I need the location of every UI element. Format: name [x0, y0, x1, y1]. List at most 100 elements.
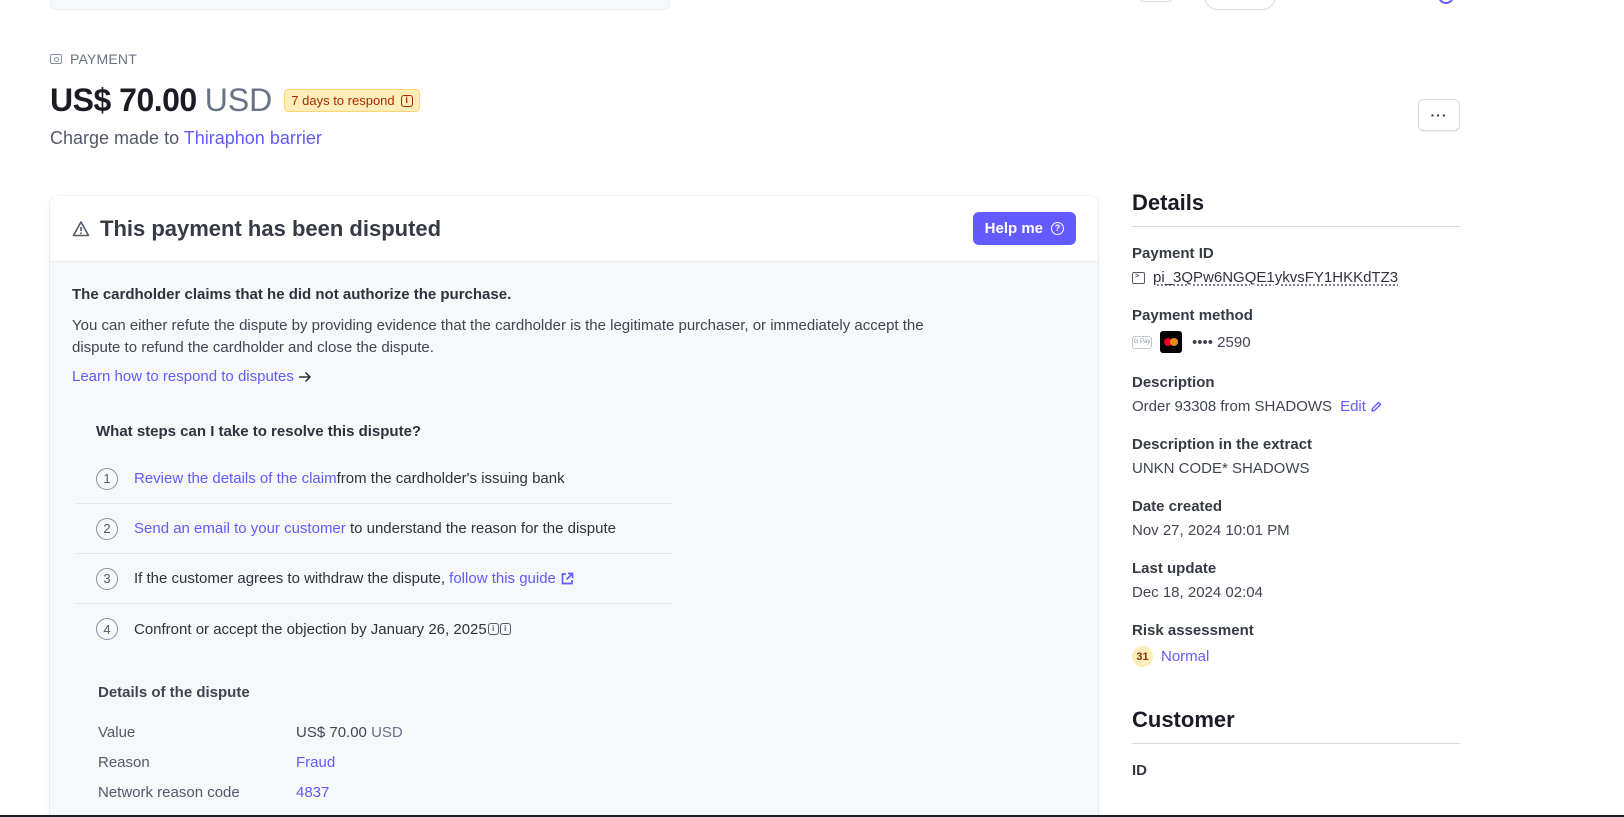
details-label: Value	[98, 723, 136, 741]
field-label: Payment ID	[1132, 245, 1214, 262]
help-icon: ?	[1051, 222, 1064, 235]
step-number: 4	[96, 618, 118, 640]
top-status-icon[interactable]	[1438, 0, 1454, 4]
help-me-label: Help me	[984, 220, 1043, 237]
steps-list: 1 Review the details of the claim from t…	[75, 454, 673, 654]
steps-title: What steps can I take to resolve this di…	[96, 423, 422, 440]
dispute-card-body: The cardholder claims that he did not au…	[50, 262, 1098, 807]
external-link-icon	[561, 572, 574, 584]
dispute-title: This payment has been disputed	[72, 216, 441, 242]
learn-link-label[interactable]: Learn how to respond to disputes	[72, 368, 294, 385]
field-label: Description	[1132, 374, 1215, 391]
respond-deadline-badge[interactable]: 7 days to respond i	[284, 89, 420, 112]
payment-amount: US$ 70.00	[50, 82, 197, 118]
step-item: 1 Review the details of the claim from t…	[75, 454, 673, 504]
top-pill-button[interactable]	[1204, 0, 1276, 10]
terminal-icon: >	[1132, 271, 1145, 284]
step-number: 1	[96, 467, 118, 490]
edit-description-button[interactable]: Edit	[1340, 398, 1382, 415]
claim-title: The cardholder claims that he did not au…	[72, 286, 512, 303]
details-label: Reason	[98, 753, 150, 771]
mastercard-icon	[1160, 331, 1182, 353]
risk-score-badge: 31	[1132, 646, 1153, 667]
last-update-value: Dec 18, 2024 02:04	[1132, 584, 1263, 601]
step-item: 2 Send an email to your customer to unde…	[75, 504, 673, 554]
top-search-bar[interactable]	[50, 0, 670, 10]
dispute-details-table: Value US$ 70.00 USD Reason Fraud Network…	[98, 717, 1076, 807]
google-pay-icon: G Pay	[1132, 335, 1152, 349]
last-update-field: Last update Dec 18, 2024 02:04	[1132, 560, 1460, 601]
risk-level-link[interactable]: Normal	[1161, 648, 1209, 665]
send-email-link[interactable]: Send an email to your customer	[134, 520, 346, 537]
description-value: Order 93308 from SHADOWS	[1132, 398, 1333, 415]
field-value: > pi_3QPw6NGQE1ykvsFY1HKKdTZ3	[1132, 269, 1460, 286]
risk-field: Risk assessment 31 Normal	[1132, 622, 1460, 667]
field-label: Risk assessment	[1132, 622, 1254, 639]
payment-id-field: Payment ID > pi_3QPw6NGQE1ykvsFY1HKKdTZ3	[1132, 245, 1460, 286]
breadcrumb: PAYMENT	[50, 51, 137, 67]
payment-id-value[interactable]: pi_3QPw6NGQE1ykvsFY1HKKdTZ3	[1153, 269, 1398, 286]
extract-value: UNKN CODE* SHADOWS	[1132, 460, 1310, 477]
payment-currency: USD	[204, 82, 273, 118]
dispute-amount: US$ 70.00	[296, 723, 367, 741]
date-created-value: Nov 27, 2024 10:01 PM	[1132, 522, 1290, 539]
step-text: Confront or accept the objection by Janu…	[134, 620, 487, 638]
edit-label: Edit	[1340, 398, 1366, 415]
info-icon[interactable]: i	[499, 623, 511, 635]
help-me-button[interactable]: Help me ?	[972, 212, 1076, 245]
field-label: Description in the extract	[1132, 436, 1313, 453]
details-heading: Details	[1132, 190, 1460, 227]
arrow-right-icon	[298, 371, 311, 382]
field-label: Last update	[1132, 560, 1217, 577]
step-number: 2	[96, 517, 118, 540]
step-item: 4 Confront or accept the objection by Ja…	[75, 604, 673, 654]
reason-code-link[interactable]: 4837	[296, 784, 329, 801]
pencil-icon	[1371, 401, 1382, 412]
field-label: ID	[1132, 762, 1147, 779]
step-number: 3	[96, 567, 118, 590]
breadcrumb-label: PAYMENT	[70, 51, 137, 67]
customer-id-field: ID	[1132, 762, 1460, 779]
field-value: Order 93308 from SHADOWS Edit	[1132, 398, 1460, 415]
step-item: 3 If the customer agrees to withdraw the…	[75, 554, 673, 604]
customer-link[interactable]: Thiraphon barrier	[184, 128, 322, 148]
step-text: to understand the reason for the dispute	[345, 520, 616, 537]
charge-prefix: Charge made to	[50, 128, 180, 148]
field-label: Date created	[1132, 498, 1223, 515]
payment-amount-row: US$ 70.00 USD 7 days to respond i	[50, 82, 420, 119]
payment-icon	[50, 54, 62, 64]
dispute-currency: USD	[371, 723, 403, 741]
step-text: from the cardholder's issuing bank	[336, 470, 565, 487]
card-last4: •••• 2590	[1192, 333, 1251, 351]
details-panel: Details Payment ID > pi_3QPw6NGQE1ykvsFY…	[1132, 190, 1460, 779]
dispute-card: This payment has been disputed Help me ?…	[50, 196, 1098, 817]
extract-field: Description in the extract UNKN CODE* SH…	[1132, 436, 1460, 477]
top-toggle[interactable]	[1138, 0, 1174, 2]
field-label: Payment method	[1132, 307, 1253, 324]
follow-guide-link[interactable]: follow this guide	[449, 570, 556, 587]
payment-method-field: Payment method G Pay •••• 2590	[1132, 307, 1460, 353]
step-text: If the customer agrees to withdraw the d…	[134, 570, 450, 587]
more-actions-button[interactable]: ···	[1418, 99, 1460, 131]
info-icon[interactable]: i	[487, 623, 499, 635]
field-value: G Pay •••• 2590	[1132, 331, 1460, 353]
reason-link[interactable]: Fraud	[296, 754, 335, 771]
details-row: Value US$ 70.00 USD	[98, 717, 1076, 747]
description-field: Description Order 93308 from SHADOWS Edi…	[1132, 374, 1460, 415]
dispute-card-header: This payment has been disputed Help me ?	[50, 196, 1098, 262]
learn-link[interactable]: Learn how to respond to disputes	[72, 368, 1076, 385]
details-row: Network reason code 4837	[98, 777, 1076, 807]
date-created-field: Date created Nov 27, 2024 10:01 PM	[1132, 498, 1460, 539]
dispute-details-title: Details of the dispute	[98, 684, 250, 701]
claim-text: You can either refute the dispute by pro…	[72, 317, 924, 356]
warning-icon	[72, 220, 90, 236]
field-value: 31 Normal	[1132, 646, 1460, 667]
badge-label: 7 days to respond	[291, 93, 395, 108]
details-row: Reason Fraud	[98, 747, 1076, 777]
details-label: Network reason code	[98, 783, 240, 801]
charge-line: Charge made to Thiraphon barrier	[50, 128, 322, 149]
details-value: US$ 70.00 USD	[296, 724, 403, 741]
customer-heading: Customer	[1132, 707, 1460, 744]
review-claim-link[interactable]: Review the details of the claim	[134, 470, 337, 487]
info-icon: i	[400, 94, 413, 107]
